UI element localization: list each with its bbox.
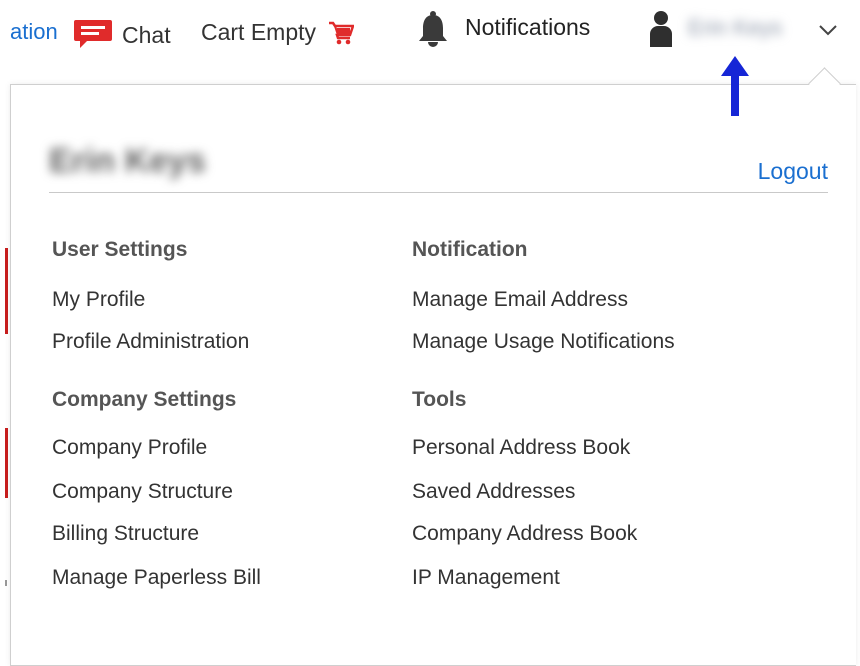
user-icon[interactable]: [648, 10, 674, 47]
chat-link[interactable]: Chat: [122, 21, 171, 49]
nav-link-partial[interactable]: ation: [10, 18, 58, 46]
cart-icon[interactable]: [328, 21, 354, 45]
section-heading-user-settings: User Settings: [52, 238, 188, 261]
menu-item-manage-usage-notifications[interactable]: Manage Usage Notifications: [412, 329, 675, 355]
section-heading-notification: Notification: [412, 238, 528, 261]
menu-item-profile-administration[interactable]: Profile Administration: [52, 329, 249, 355]
menu-item-company-profile[interactable]: Company Profile: [52, 435, 207, 461]
menu-item-saved-addresses[interactable]: Saved Addresses: [412, 479, 575, 505]
menu-item-manage-email-address[interactable]: Manage Email Address: [412, 287, 628, 313]
cart-link[interactable]: Cart Empty: [201, 18, 316, 46]
notifications-link[interactable]: Notifications: [465, 13, 590, 41]
menu-item-manage-paperless-bill[interactable]: Manage Paperless Bill: [52, 565, 261, 591]
divider: [49, 192, 828, 193]
section-heading-tools: Tools: [412, 388, 467, 411]
menu-item-personal-address-book[interactable]: Personal Address Book: [412, 435, 630, 461]
menu-item-company-structure[interactable]: Company Structure: [52, 479, 233, 505]
account-name: Erin Keys: [49, 142, 206, 180]
edge-mark: [5, 428, 8, 498]
menu-item-company-address-book[interactable]: Company Address Book: [412, 521, 637, 547]
chevron-down-icon[interactable]: [817, 20, 839, 40]
menu-item-my-profile[interactable]: My Profile: [52, 287, 145, 313]
edge-mark: [5, 580, 7, 586]
annotation-arrow-icon: [721, 56, 749, 116]
menu-item-ip-management[interactable]: IP Management: [412, 565, 560, 591]
menu-item-billing-structure[interactable]: Billing Structure: [52, 521, 199, 547]
section-heading-company-settings: Company Settings: [52, 388, 237, 411]
username-display[interactable]: Erin Keys: [688, 13, 800, 43]
account-dropdown-panel: Erin Keys Logout User Settings My Profil…: [10, 84, 856, 666]
edge-mark: [5, 248, 8, 334]
bell-icon[interactable]: [416, 10, 450, 48]
chat-icon[interactable]: [73, 18, 113, 50]
logout-link[interactable]: Logout: [758, 157, 828, 185]
